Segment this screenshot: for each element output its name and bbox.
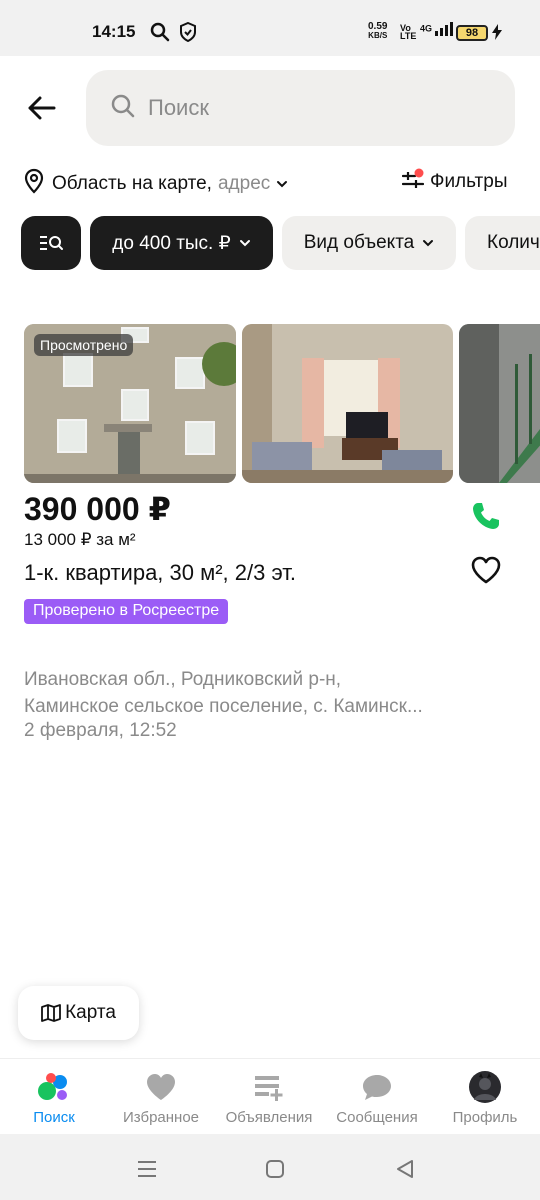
nav-item-ads[interactable]: Объявления (215, 1069, 323, 1126)
listing-price-per-m2: 13 000 ₽ за м² (24, 530, 136, 549)
signal-icon: 4G (420, 22, 455, 36)
battery-level: 98 (465, 27, 479, 39)
location-label: Область на карте, (52, 172, 212, 194)
nav-item-profile[interactable]: Профиль (431, 1069, 539, 1126)
list-search-icon (40, 236, 63, 250)
nav-item-search[interactable]: Поиск (0, 1069, 108, 1126)
heart-outline-icon (471, 556, 501, 584)
location-selector[interactable]: Область на карте, адрес (24, 168, 288, 199)
filters-button[interactable]: Фильтры (401, 168, 508, 195)
listing-date: 2 февраля, 12:52 (24, 720, 177, 741)
chip-object-type-label: Вид объекта (303, 232, 415, 253)
listing-price: 390 000 ₽ (24, 491, 171, 527)
filters-label: Фильтры (430, 170, 508, 192)
network-speed-unit: KB/S (368, 31, 388, 40)
favorite-button[interactable] (466, 550, 506, 590)
chevron-down-icon (423, 240, 434, 247)
nav-item-messages[interactable]: Сообщения (323, 1069, 431, 1126)
seen-badge: Просмотрено (34, 334, 134, 356)
nav-item-favorites[interactable]: Избранное (107, 1069, 215, 1126)
nav-label-messages: Сообщения (336, 1109, 418, 1126)
map-button[interactable]: Карта (18, 986, 139, 1040)
chip-object-type[interactable]: Вид объекта (282, 216, 456, 270)
square-icon (266, 1160, 284, 1178)
shield-icon (180, 21, 196, 47)
chip-price[interactable]: до 400 тыс. ₽ (90, 216, 273, 270)
location-sublabel: адрес (217, 172, 271, 194)
map-icon (41, 1004, 61, 1022)
search-icon (150, 22, 170, 47)
volte-indicator: Vo LTE (400, 24, 417, 41)
system-back-button[interactable] (390, 1154, 420, 1184)
call-button[interactable] (466, 496, 506, 536)
network-type: 4G (420, 23, 433, 34)
search-dots-icon (0, 1069, 108, 1105)
chat-icon (323, 1069, 431, 1105)
chevron-down-icon (276, 175, 288, 193)
search-bar[interactable] (86, 70, 515, 146)
heart-icon (107, 1069, 215, 1105)
listing-photo-3[interactable] (459, 324, 540, 483)
filters-icon (401, 168, 425, 195)
listing-photo-1[interactable]: Просмотрено (24, 324, 236, 483)
rosreestr-badge: Проверено в Росреестре (24, 599, 229, 624)
filter-chips: до 400 тыс. ₽ Вид объекта Колич (21, 216, 540, 270)
search-input[interactable] (148, 95, 468, 121)
map-pin-icon (24, 168, 44, 199)
back-button[interactable] (22, 88, 62, 128)
chip-rooms[interactable]: Колич (465, 216, 540, 270)
phone-icon (473, 503, 499, 529)
chevron-down-icon (239, 240, 250, 247)
nav-label-favorites: Избранное (122, 1109, 200, 1126)
nav-label-profile: Профиль (452, 1109, 518, 1126)
network-speed: 0.59 KB/S (368, 21, 388, 41)
avatar (431, 1069, 539, 1105)
arrow-left-icon (28, 96, 56, 120)
recent-apps-button[interactable] (132, 1154, 162, 1184)
network-speed-value: 0.59 (368, 21, 388, 32)
listing-address: Ивановская обл., Родниковский р-н, Камин… (24, 666, 464, 720)
address-line-2: Каминское сельское поселение, с. Каминск… (24, 696, 423, 717)
ads-list-icon (215, 1069, 323, 1105)
nav-label-search: Поиск (33, 1109, 75, 1126)
charging-icon (492, 24, 502, 45)
battery-indicator: 98 (456, 25, 488, 41)
stairwell-image (459, 324, 540, 483)
listing-photo-2[interactable] (242, 324, 453, 483)
room-interior-image (242, 324, 453, 483)
search-icon (110, 93, 136, 124)
chip-rooms-label: Колич (487, 232, 540, 253)
status-bar: 14:15 0.59 KB/S Vo LTE 4G 98 (0, 0, 540, 56)
triangle-back-icon (397, 1160, 413, 1178)
nav-label-ads: Объявления (225, 1109, 313, 1126)
chip-quick-filters[interactable] (21, 216, 81, 270)
map-button-label: Карта (65, 1002, 116, 1023)
system-navigation-bar (0, 1134, 540, 1200)
volte-bottom: LTE (400, 31, 417, 41)
home-button[interactable] (260, 1154, 290, 1184)
chip-price-label: до 400 тыс. ₽ (112, 232, 231, 254)
address-line-1: Ивановская обл., Родниковский р-н, (24, 669, 342, 690)
bottom-navigation: Поиск Избранное Объявления Сообщения Про… (0, 1058, 540, 1134)
listing-title[interactable]: 1-к. квартира, 30 м², 2/3 эт. (24, 560, 296, 586)
menu-icon (138, 1161, 156, 1177)
status-time: 14:15 (92, 22, 136, 41)
